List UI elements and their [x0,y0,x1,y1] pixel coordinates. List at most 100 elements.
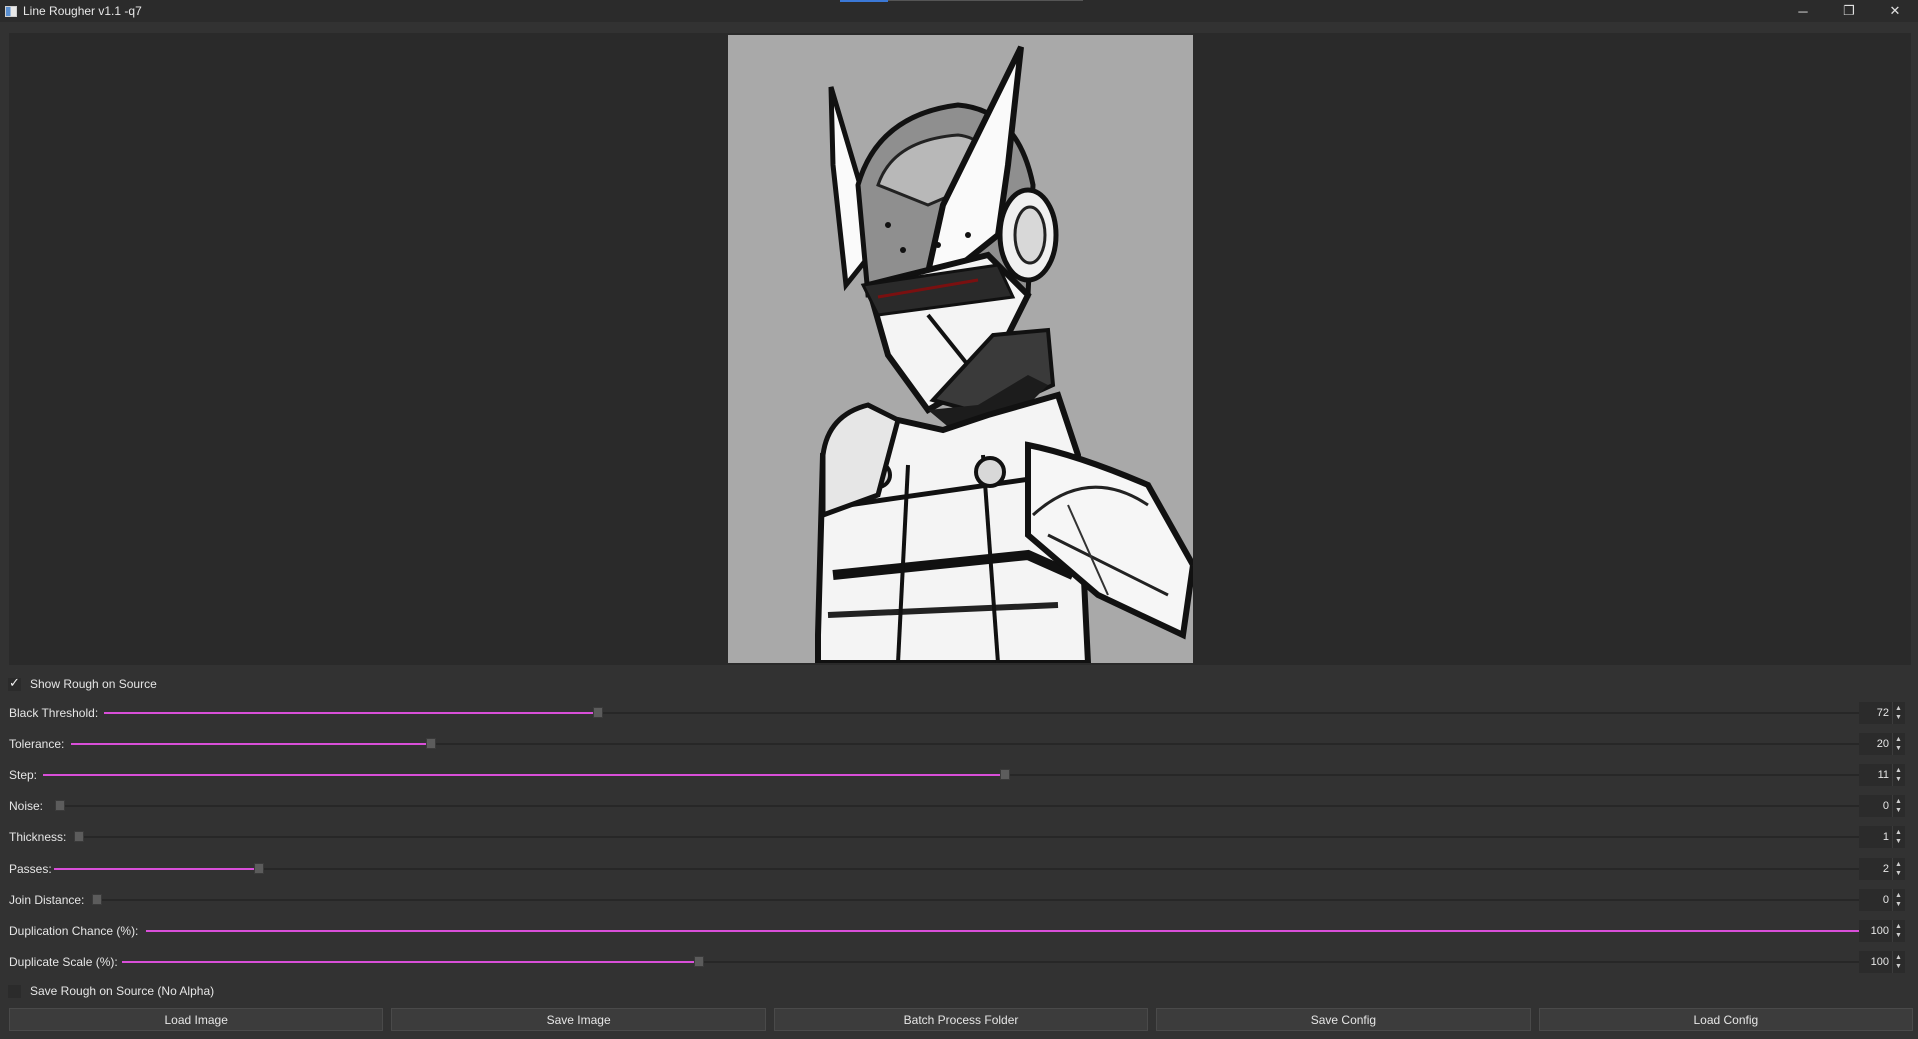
slider-handle[interactable] [425,738,436,749]
title-bar: Line Rougher v1.1 -q7 ─ ❐ ✕ [0,0,1918,22]
spin-up-icon[interactable]: ▲ [1895,861,1902,868]
value-spinbox[interactable]: 11 ▲ ▼ [1859,764,1905,786]
restore-button[interactable]: ❐ [1826,0,1872,22]
batch-process-folder-button[interactable]: Batch Process Folder [773,1008,1149,1031]
spin-down-icon[interactable]: ▼ [1895,745,1902,752]
slider-fill [122,961,699,963]
checkbox-checked-icon[interactable] [8,675,21,691]
spinbox-arrows: ▲ ▼ [1892,764,1905,786]
slider-row: Noise: 0 ▲ ▼ [9,795,1913,817]
spin-down-icon[interactable]: ▼ [1895,870,1902,877]
spinbox-value[interactable]: 100 [1871,956,1889,968]
spin-down-icon[interactable]: ▼ [1895,838,1902,845]
spin-up-icon[interactable]: ▲ [1895,892,1902,899]
spinbox-value[interactable]: 2 [1883,863,1889,875]
value-spinbox[interactable]: 100 ▲ ▼ [1859,920,1905,942]
save-rough-on-source-checkbox[interactable]: Save Rough on Source (No Alpha) [8,983,214,999]
load-image-button[interactable]: Load Image [9,1008,384,1031]
slider-handle[interactable] [693,956,704,967]
slider-label: Duplication Chance (%): [9,924,139,938]
spinbox-arrows: ▲ ▼ [1892,826,1905,848]
spinbox-value[interactable]: 1 [1883,831,1889,843]
slider-track[interactable] [92,894,1869,905]
slider-row: Duplicate Scale (%): 100 ▲ ▼ [9,951,1913,973]
slider-track[interactable] [71,738,1869,749]
slider-track[interactable] [146,925,1874,936]
slider-track[interactable] [43,769,1869,780]
spin-down-icon[interactable]: ▼ [1895,776,1902,783]
slider-fill [54,868,260,870]
slider-label: Step: [9,768,38,782]
window-title: Line Rougher v1.1 -q7 [23,4,142,18]
spinbox-arrows: ▲ ▼ [1892,795,1905,817]
value-spinbox[interactable]: 100 ▲ ▼ [1859,951,1905,973]
window-controls: ─ ❐ ✕ [1780,0,1918,22]
slider-handle[interactable] [593,707,604,718]
show-rough-on-source-checkbox[interactable]: Show Rough on Source [8,675,157,692]
value-spinbox[interactable]: 1 ▲ ▼ [1859,826,1905,848]
spinbox-value[interactable]: 11 [1878,769,1889,781]
spinbox-value[interactable]: 20 [1877,738,1889,750]
save-config-button[interactable]: Save Config [1156,1008,1531,1031]
slider-label: Duplicate Scale (%): [9,955,118,969]
spin-up-icon[interactable]: ▲ [1895,736,1902,743]
slider-handle[interactable] [1000,769,1011,780]
spinbox-value[interactable]: 72 [1877,707,1889,719]
action-button-row: Load Image Save Image Batch Process Fold… [9,1008,1914,1032]
spin-up-icon[interactable]: ▲ [1895,767,1902,774]
spinbox-value[interactable]: 0 [1883,894,1889,906]
close-button[interactable]: ✕ [1872,0,1918,22]
slider-row: Step: 11 ▲ ▼ [9,764,1913,786]
slider-row: Black Threshold: 72 ▲ ▼ [9,702,1913,724]
slider-label: Thickness: [9,830,67,844]
title-accent-bar [840,0,888,2]
spinbox-arrows: ▲ ▼ [1892,889,1905,911]
slider-row: Thickness: 1 ▲ ▼ [9,826,1913,848]
spinbox-value[interactable]: 0 [1883,800,1889,812]
slider-fill [71,743,431,745]
value-spinbox[interactable]: 72 ▲ ▼ [1859,702,1905,724]
spin-up-icon[interactable]: ▲ [1895,923,1902,930]
spinbox-arrows: ▲ ▼ [1892,920,1905,942]
slider-track[interactable] [74,831,1869,842]
spin-down-icon[interactable]: ▼ [1895,963,1902,970]
preview-image [728,35,1197,666]
armored-figure-illustration [728,35,1197,666]
checkbox-unchecked-icon[interactable] [8,984,21,998]
slider-fill [146,930,1869,932]
slider-handle[interactable] [254,863,265,874]
value-spinbox[interactable]: 20 ▲ ▼ [1859,733,1905,755]
slider-track[interactable] [55,800,1869,811]
slider-handle[interactable] [92,894,102,905]
slider-track[interactable] [122,956,1869,967]
image-preview-area [9,33,1911,666]
slider-track[interactable] [104,707,1869,718]
slider-row: Duplication Chance (%): 100 ▲ ▼ [9,920,1913,942]
slider-row: Tolerance: 20 ▲ ▼ [9,733,1913,755]
slider-track[interactable] [54,863,1869,874]
save-image-button[interactable]: Save Image [391,1008,766,1031]
slider-label: Black Threshold: [9,706,99,720]
spin-down-icon[interactable]: ▼ [1895,714,1902,721]
minimize-button[interactable]: ─ [1780,0,1826,22]
spinbox-value[interactable]: 100 [1871,925,1889,937]
spin-down-icon[interactable]: ▼ [1895,901,1902,908]
slider-fill [43,774,1006,776]
slider-row: Passes: 2 ▲ ▼ [9,858,1913,880]
slider-handle[interactable] [55,800,65,811]
slider-fill [104,712,599,714]
save-rough-on-source-label: Save Rough on Source (No Alpha) [30,984,215,998]
value-spinbox[interactable]: 0 ▲ ▼ [1859,795,1905,817]
spin-down-icon[interactable]: ▼ [1895,932,1902,939]
slider-row: Join Distance: 0 ▲ ▼ [9,889,1913,911]
value-spinbox[interactable]: 2 ▲ ▼ [1859,858,1905,880]
spin-up-icon[interactable]: ▲ [1895,798,1902,805]
value-spinbox[interactable]: 0 ▲ ▼ [1859,889,1905,911]
spin-up-icon[interactable]: ▲ [1895,705,1902,712]
spin-up-icon[interactable]: ▲ [1895,954,1902,961]
spinbox-arrows: ▲ ▼ [1892,951,1905,973]
slider-handle[interactable] [74,831,84,842]
spin-up-icon[interactable]: ▲ [1895,829,1902,836]
load-config-button[interactable]: Load Config [1538,1008,1914,1031]
spin-down-icon[interactable]: ▼ [1895,807,1902,814]
